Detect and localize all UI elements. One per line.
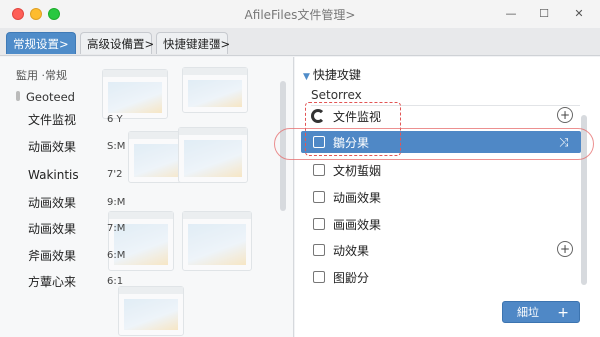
tab-general[interactable]: 常规设置> — [6, 32, 76, 54]
setting-row-label[interactable]: 文件监视 — [28, 111, 76, 129]
thumbnail — [182, 211, 252, 271]
bullet-icon — [16, 91, 20, 101]
shortcut-item-label: 动效果 — [333, 244, 370, 258]
setting-row-value: 7:M — [107, 223, 126, 234]
shortcut-panel: ▼ 快捷攻键 Setorrex 文件监视 + 鶵分果 ⤨ 文杒蜇姻 动画效果 画画… — [295, 57, 600, 337]
thumbnail — [182, 67, 248, 113]
setting-row-label[interactable]: Wakintis — [28, 166, 79, 184]
window-title-text: AfileFiles文件管理 — [244, 8, 346, 22]
setting-row-label[interactable]: 动画效果 — [28, 220, 76, 238]
setting-row-label[interactable]: 动画效果 — [28, 138, 76, 156]
group-label: Geoteed — [26, 90, 75, 104]
left-scrollbar[interactable] — [280, 81, 286, 211]
right-scrollbar[interactable] — [581, 115, 587, 285]
checkbox[interactable] — [313, 244, 325, 256]
setting-row-label[interactable]: 动画效果 — [28, 194, 76, 212]
app-window: AfileFiles文件管理> — ☐ ✕ 常规设置> 高级设備置> 快捷键建彊… — [0, 0, 600, 337]
shortcut-item[interactable]: 动效果 — [301, 239, 581, 261]
add-circle-icon[interactable]: + — [557, 241, 573, 257]
shortcut-item-label: 文件监视 — [333, 110, 382, 124]
tab-advanced[interactable]: 高级设備置> — [80, 32, 155, 54]
setting-row-label[interactable]: 方蕈心来 — [28, 273, 76, 291]
close-traffic-light[interactable] — [12, 8, 24, 20]
shortcut-subheader: Setorrex — [311, 88, 362, 102]
minimize-icon[interactable]: — — [500, 2, 522, 24]
zoom-traffic-light[interactable] — [48, 8, 60, 20]
tab-shortcuts[interactable]: 快捷键建彊> — [156, 32, 231, 54]
shortcut-item-label: 文杒蜇姻 — [333, 164, 382, 178]
shortcut-section-title: 快捷攻键 — [312, 68, 361, 82]
add-button-label: 細垃 — [517, 306, 539, 319]
tab-strip: 常规设置> 高级设備置> 快捷键建彊> — [0, 28, 600, 56]
setting-row-value: 6 Y — [107, 114, 123, 125]
shortcut-item-label: 图鼢分 — [333, 271, 370, 285]
drag-handle-icon[interactable]: ⤨ — [559, 135, 569, 150]
checkbox[interactable] — [313, 136, 325, 148]
setting-row-value: S:M — [107, 141, 126, 152]
shortcut-item[interactable]: 文杒蜇姻 — [301, 159, 581, 181]
setting-row-value: 6:M — [107, 250, 126, 261]
setting-row-value: 7'2 — [107, 169, 123, 180]
shortcut-item-label: 鶵分果 — [333, 136, 370, 150]
checkbox[interactable] — [313, 271, 325, 283]
settings-list-panel: 監用 ·常规 Geoteed 文件监视 6 Y 动画效果 S:M Wakinti… — [0, 57, 294, 337]
loading-icon — [311, 109, 325, 123]
maximize-icon[interactable]: ☐ — [533, 2, 555, 24]
shortcut-item[interactable]: 图鼢分 — [301, 266, 581, 288]
chevron-right-icon: > — [59, 37, 69, 51]
shortcut-item-selected[interactable]: 鶵分果 ⤨ — [301, 131, 581, 153]
shortcut-item-label: 动画效果 — [333, 191, 382, 205]
shortcut-section-header[interactable]: ▼ 快捷攻键 — [303, 66, 361, 83]
shortcut-item[interactable]: 文件监视 — [301, 105, 581, 127]
setting-row-value: 9:M — [107, 197, 126, 208]
title-bar: AfileFiles文件管理> — ☐ ✕ — [0, 0, 600, 28]
setting-row-label[interactable]: 斧画效果 — [28, 247, 76, 265]
setting-row-value: 6:1 — [107, 276, 124, 287]
shortcut-item[interactable]: 动画效果 — [301, 186, 581, 208]
shortcut-item[interactable]: 画画效果 — [301, 213, 581, 235]
plus-icon: + — [557, 305, 569, 321]
checkbox[interactable] — [313, 164, 325, 176]
tab-label: 高级设備置 — [87, 37, 145, 51]
shortcut-item-label: 画画效果 — [333, 218, 382, 232]
chevron-right-icon: > — [220, 37, 231, 51]
section-label: 監用 ·常规 — [16, 69, 67, 82]
checkbox[interactable] — [313, 218, 325, 230]
window-title: AfileFiles文件管理> — [200, 6, 400, 23]
minimize-traffic-light[interactable] — [30, 8, 42, 20]
checkbox[interactable] — [313, 191, 325, 203]
tab-label: 常规设置 — [13, 37, 59, 51]
add-shortcut-button[interactable]: 細垃 + — [502, 301, 580, 323]
chevron-right-icon: > — [345, 8, 356, 22]
chevron-right-icon: > — [144, 37, 155, 51]
thumbnail — [118, 286, 184, 336]
tab-label: 快捷键建彊 — [163, 37, 221, 51]
add-circle-icon[interactable]: + — [557, 107, 573, 123]
close-icon[interactable]: ✕ — [568, 2, 590, 24]
caret-down-icon: ▼ — [303, 72, 310, 82]
thumbnail — [178, 127, 248, 183]
